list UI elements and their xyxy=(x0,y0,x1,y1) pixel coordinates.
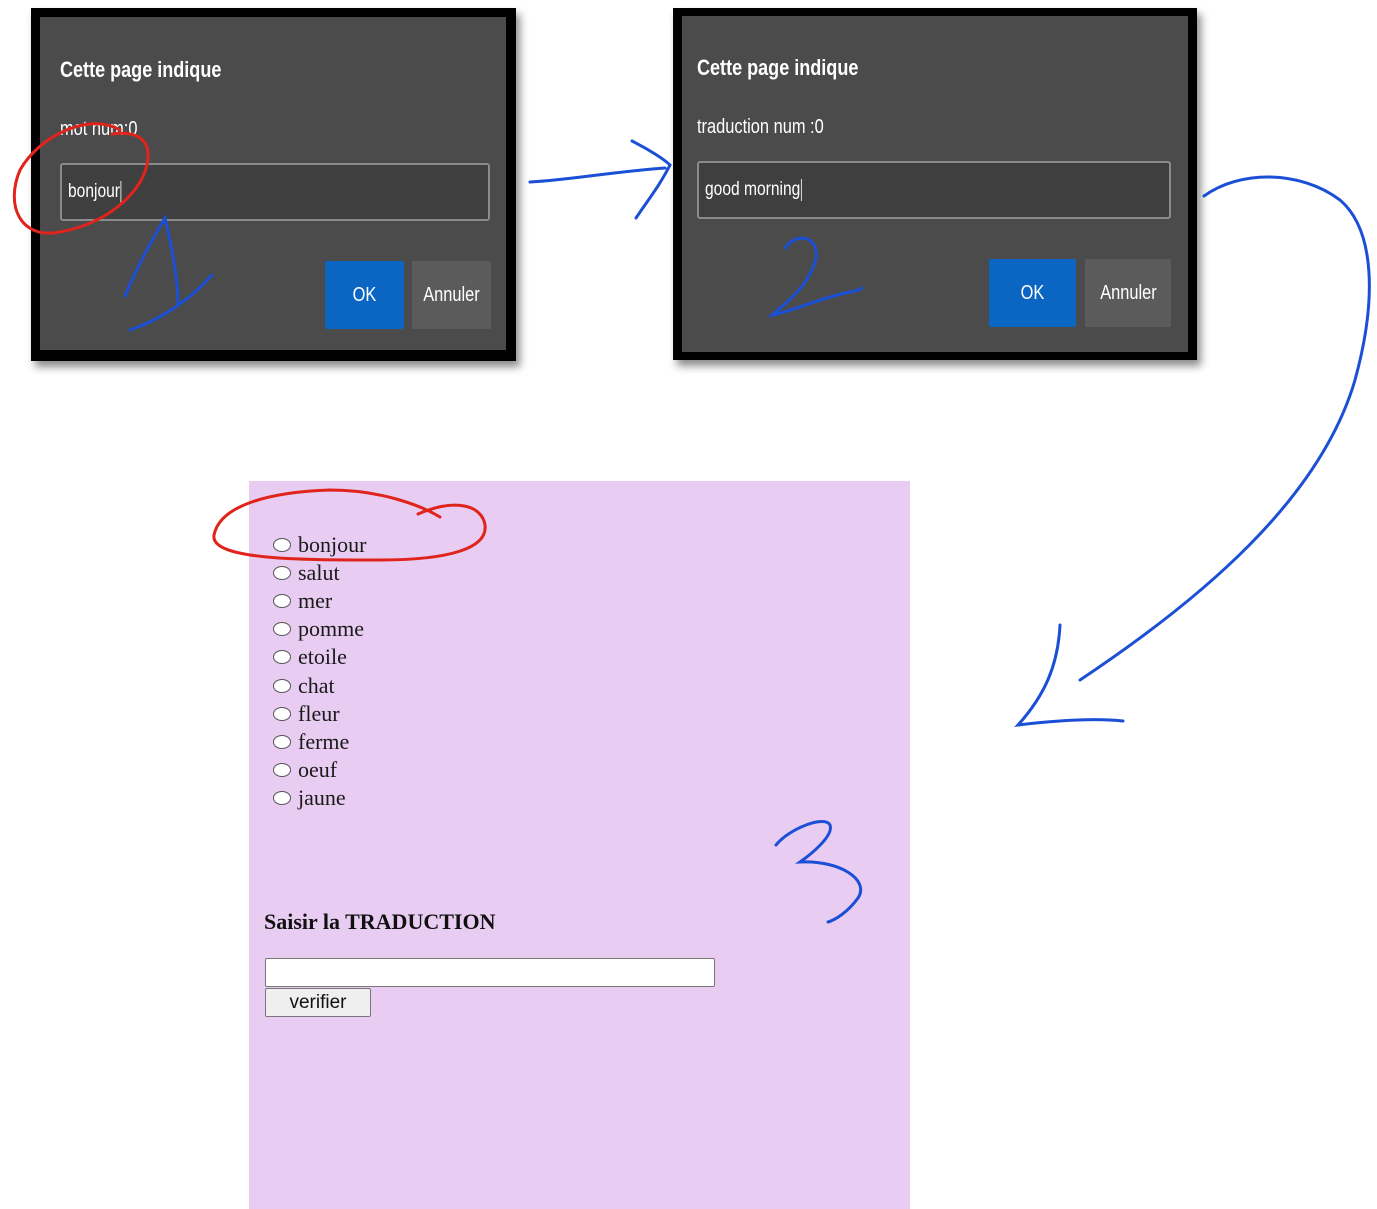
word-radio-item[interactable]: bonjour xyxy=(273,531,366,559)
word-radio-item[interactable]: chat xyxy=(273,671,366,699)
radio-button[interactable] xyxy=(273,538,291,553)
word-radio-item[interactable]: jaune xyxy=(273,784,366,812)
dialog-1-cancel-label: Annuler xyxy=(423,283,480,306)
dialog-2-frame: Cette page indique traduction num :0 goo… xyxy=(673,8,1197,360)
radio-button[interactable] xyxy=(273,790,291,805)
word-label: bonjour xyxy=(298,532,367,558)
word-radio-item[interactable]: salut xyxy=(273,559,366,587)
dialog-1-title: Cette page indique xyxy=(60,57,222,82)
translation-input[interactable] xyxy=(265,958,715,987)
dialog-2: Cette page indique traduction num :0 goo… xyxy=(682,16,1188,352)
word-label: mer xyxy=(298,588,333,614)
word-label: fleur xyxy=(298,700,340,726)
translation-page: bonjour salut mer pomme etoile chat fleu… xyxy=(249,481,910,1209)
word-label: chat xyxy=(298,672,335,698)
dialog-2-input[interactable]: good morning xyxy=(697,161,1171,219)
word-label: jaune xyxy=(298,784,346,810)
dialog-1-cancel-button[interactable]: Annuler xyxy=(412,261,491,329)
word-label: oeuf xyxy=(298,756,338,782)
word-radio-item[interactable]: pomme xyxy=(273,615,366,643)
dialog-2-message: traduction num :0 xyxy=(697,116,824,138)
word-label: etoile xyxy=(298,644,347,670)
radio-button[interactable] xyxy=(273,622,291,637)
word-radio-item[interactable]: oeuf xyxy=(273,756,366,784)
radio-button[interactable] xyxy=(273,706,291,721)
word-radio-item[interactable]: mer xyxy=(273,587,366,615)
radio-button[interactable] xyxy=(273,594,291,609)
dialog-1: Cette page indique mot num:0 bonjour OK … xyxy=(40,17,506,350)
dialog-1-ok-button[interactable]: OK xyxy=(325,261,404,329)
word-label: ferme xyxy=(298,728,350,754)
radio-button[interactable] xyxy=(273,566,291,581)
radio-button[interactable] xyxy=(273,678,291,693)
dialog-2-cancel-label: Annuler xyxy=(1099,281,1157,304)
dialog-2-input-value: good morning xyxy=(705,179,802,201)
dialog-1-input-value: bonjour xyxy=(68,181,122,203)
radio-button[interactable] xyxy=(273,762,291,777)
radio-button[interactable] xyxy=(273,650,291,665)
word-radio-item[interactable]: fleur xyxy=(273,700,366,728)
radio-button[interactable] xyxy=(273,734,291,749)
dialog-2-ok-label: OK xyxy=(1020,281,1045,304)
word-label: salut xyxy=(298,560,340,586)
dialog-1-ok-label: OK xyxy=(352,283,377,306)
word-label: pomme xyxy=(298,616,364,642)
dialog-1-frame: Cette page indique mot num:0 bonjour OK … xyxy=(31,8,516,361)
arrow-1-to-2 xyxy=(528,139,672,220)
dialog-1-message: mot num:0 xyxy=(60,118,138,140)
dialog-1-input[interactable]: bonjour xyxy=(60,163,490,221)
word-radio-item[interactable]: ferme xyxy=(273,728,366,756)
translation-heading: Saisir la TRADUCTION xyxy=(264,909,496,934)
dialog-2-cancel-button[interactable]: Annuler xyxy=(1085,259,1171,327)
word-radio-item[interactable]: etoile xyxy=(273,643,366,671)
verify-button[interactable]: verifier xyxy=(265,988,371,1017)
dialog-2-ok-button[interactable]: OK xyxy=(989,259,1076,327)
word-radio-list: bonjour salut mer pomme etoile chat fleu… xyxy=(273,531,366,812)
dialog-2-title: Cette page indique xyxy=(697,55,859,80)
